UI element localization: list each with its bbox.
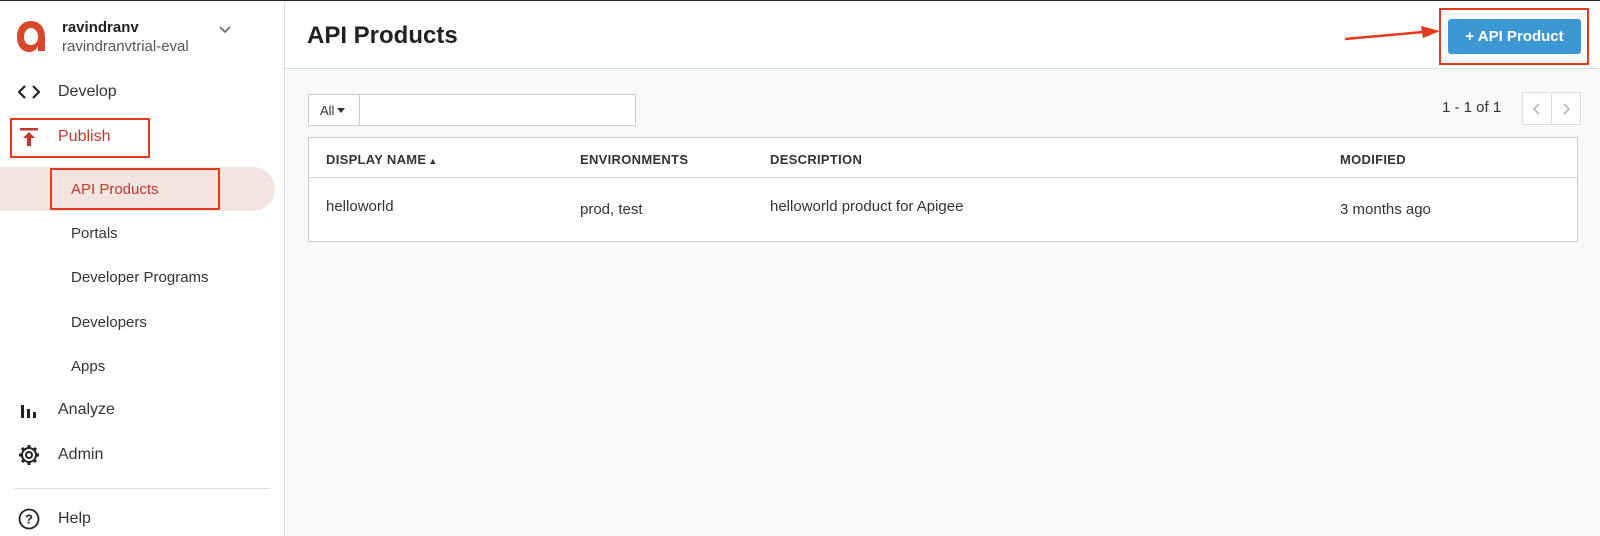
nav-develop[interactable]: Develop — [0, 72, 285, 112]
filter-select[interactable]: All — [308, 94, 360, 126]
apigee-logo-icon — [14, 18, 48, 54]
add-api-product-button[interactable]: + API Product — [1448, 19, 1581, 54]
chevron-left-icon — [1533, 103, 1540, 114]
app-window: ravindranv ravindranvtrial-eval Develop — [0, 0, 1600, 536]
sidebar: ravindranv ravindranvtrial-eval Develop — [0, 2, 285, 536]
column-header-display-name[interactable]: DISPLAY NAME ▲ — [326, 152, 438, 167]
sidebar-item-label: API Products — [71, 180, 159, 198]
column-header-modified[interactable]: MODIFIED — [1340, 152, 1406, 167]
cell-modified: 3 months ago — [1340, 201, 1431, 218]
nav-analyze-label: Analyze — [58, 401, 115, 418]
column-header-label: DISPLAY NAME — [326, 152, 427, 167]
page-title: API Products — [307, 22, 458, 49]
sidebar-item-developer-programs[interactable]: Developer Programs — [0, 257, 285, 297]
cell-display-name: helloworld — [326, 198, 394, 215]
cell-description: helloworld product for Apigee — [770, 198, 964, 215]
nav-help-label: Help — [58, 510, 91, 527]
sidebar-item-developers[interactable]: Developers — [0, 302, 285, 342]
org-switcher[interactable]: ravindranv ravindranvtrial-eval — [14, 18, 264, 58]
help-circle-icon: ? — [17, 507, 41, 531]
sidebar-item-label: Apps — [71, 357, 106, 375]
nav-publish-label: Publish — [58, 128, 111, 145]
sidebar-item-apps[interactable]: Apps — [0, 346, 285, 386]
nav-analyze[interactable]: Analyze — [0, 390, 285, 430]
sidebar-item-label: Portals — [71, 224, 118, 242]
sidebar-item-portals[interactable]: Portals — [0, 213, 285, 253]
sidebar-item-label: Developer Programs — [71, 268, 209, 286]
org-user-name: ravindranv — [62, 19, 139, 36]
nav-help[interactable]: ? Help — [0, 499, 285, 536]
table-header-row: DISPLAY NAME ▲ ENVIRONMENTS DESCRIPTION M… — [309, 138, 1577, 178]
cell-environments: prod, test — [580, 201, 643, 218]
table-row[interactable]: helloworld prod, test helloworld product… — [309, 178, 1577, 242]
sidebar-divider — [14, 488, 270, 489]
bar-chart-icon — [17, 398, 41, 422]
prev-page-button[interactable] — [1522, 92, 1552, 125]
pagination-count: 1 - 1 of 1 — [1442, 99, 1502, 116]
org-name: ravindranvtrial-eval — [62, 38, 189, 55]
nav-admin-label: Admin — [58, 446, 104, 463]
code-brackets-icon — [17, 80, 41, 104]
gear-icon — [17, 443, 41, 467]
column-header-description[interactable]: DESCRIPTION — [770, 152, 862, 167]
nav-develop-label: Develop — [58, 83, 117, 100]
column-header-environments[interactable]: ENVIRONMENTS — [580, 152, 688, 167]
chevron-down-icon — [219, 26, 231, 34]
next-page-button[interactable] — [1551, 92, 1581, 125]
api-products-table: DISPLAY NAME ▲ ENVIRONMENTS DESCRIPTION M… — [308, 137, 1578, 242]
svg-text:?: ? — [25, 512, 33, 527]
sidebar-item-api-products[interactable]: API Products — [0, 167, 275, 211]
search-input[interactable] — [359, 94, 636, 126]
nav-publish[interactable]: Publish — [0, 117, 285, 157]
sidebar-item-label: Developers — [71, 313, 147, 331]
filter-select-value: All — [320, 102, 335, 118]
caret-down-icon — [337, 107, 346, 113]
nav-admin[interactable]: Admin — [0, 435, 285, 475]
sort-ascending-icon: ▲ — [428, 156, 438, 166]
chevron-right-icon — [1563, 103, 1570, 114]
upload-icon — [17, 125, 41, 149]
main-content: API Products + API Product All 1 - 1 of … — [285, 2, 1600, 536]
annotation-arrow-icon — [1344, 26, 1440, 41]
